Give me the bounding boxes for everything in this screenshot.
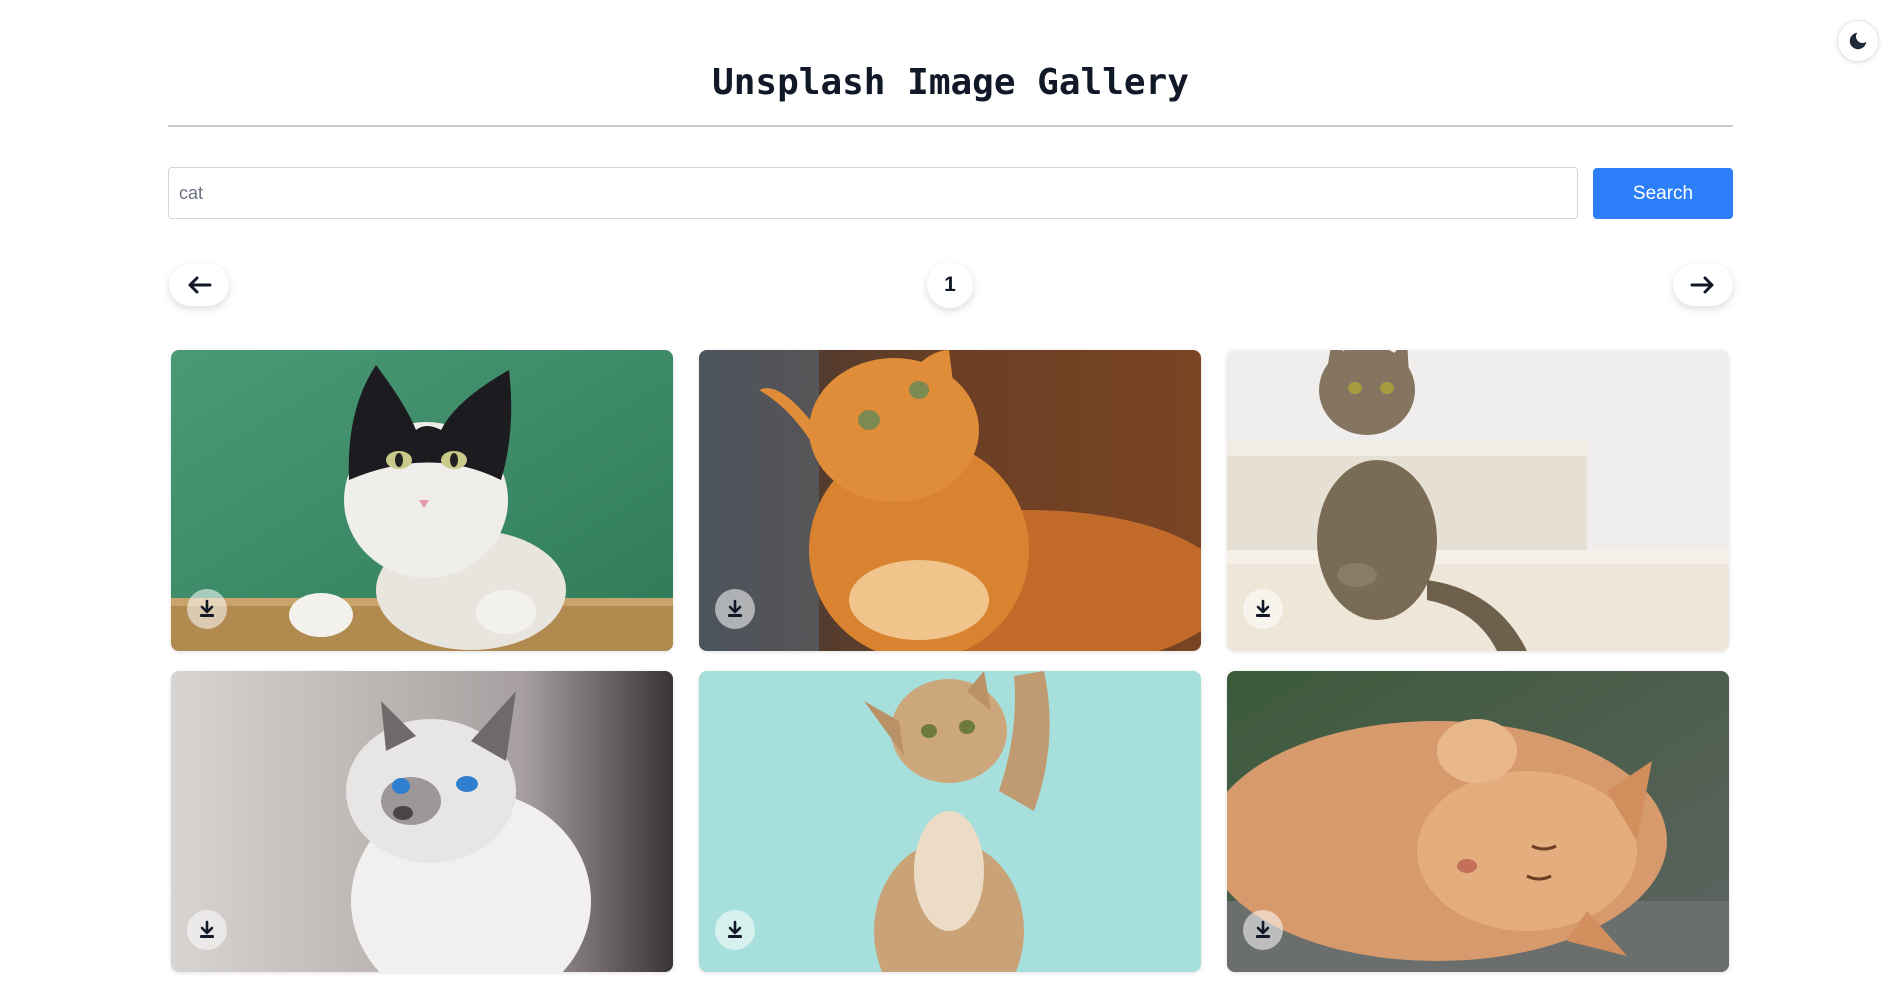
cat-photo [171,671,673,972]
previous-page-button[interactable] [169,264,229,306]
image-grid [171,350,1731,972]
title-divider [168,125,1733,127]
cat-photo [699,350,1201,651]
gallery-card[interactable] [699,350,1201,651]
gallery-card[interactable] [171,350,673,651]
gallery-card[interactable] [171,671,673,972]
gallery-card[interactable] [1227,350,1729,651]
moon-icon [1849,32,1867,50]
cat-photo [699,671,1201,972]
page-title: Unsplash Image Gallery [712,62,1189,103]
gallery-card[interactable] [699,671,1201,972]
download-button[interactable] [187,589,227,629]
download-icon [728,599,742,617]
cat-photo [1227,671,1729,972]
download-icon [200,920,214,938]
download-button[interactable] [187,910,227,950]
current-page-number: 1 [927,262,973,308]
download-button[interactable] [715,589,755,629]
download-icon [1256,920,1270,938]
download-icon [200,599,214,617]
theme-toggle-button[interactable] [1837,20,1879,62]
download-icon [728,920,742,938]
download-icon [1256,599,1270,617]
search-button[interactable]: Search [1593,168,1733,219]
cat-photo [1227,350,1729,651]
download-button[interactable] [715,910,755,950]
download-button[interactable] [1243,910,1283,950]
cat-photo [171,350,673,651]
search-input[interactable] [168,167,1578,219]
gallery-card[interactable] [1227,671,1729,972]
arrow-right-icon [1690,276,1714,294]
download-button[interactable] [1243,589,1283,629]
arrow-left-icon [188,276,212,294]
next-page-button[interactable] [1673,264,1733,306]
